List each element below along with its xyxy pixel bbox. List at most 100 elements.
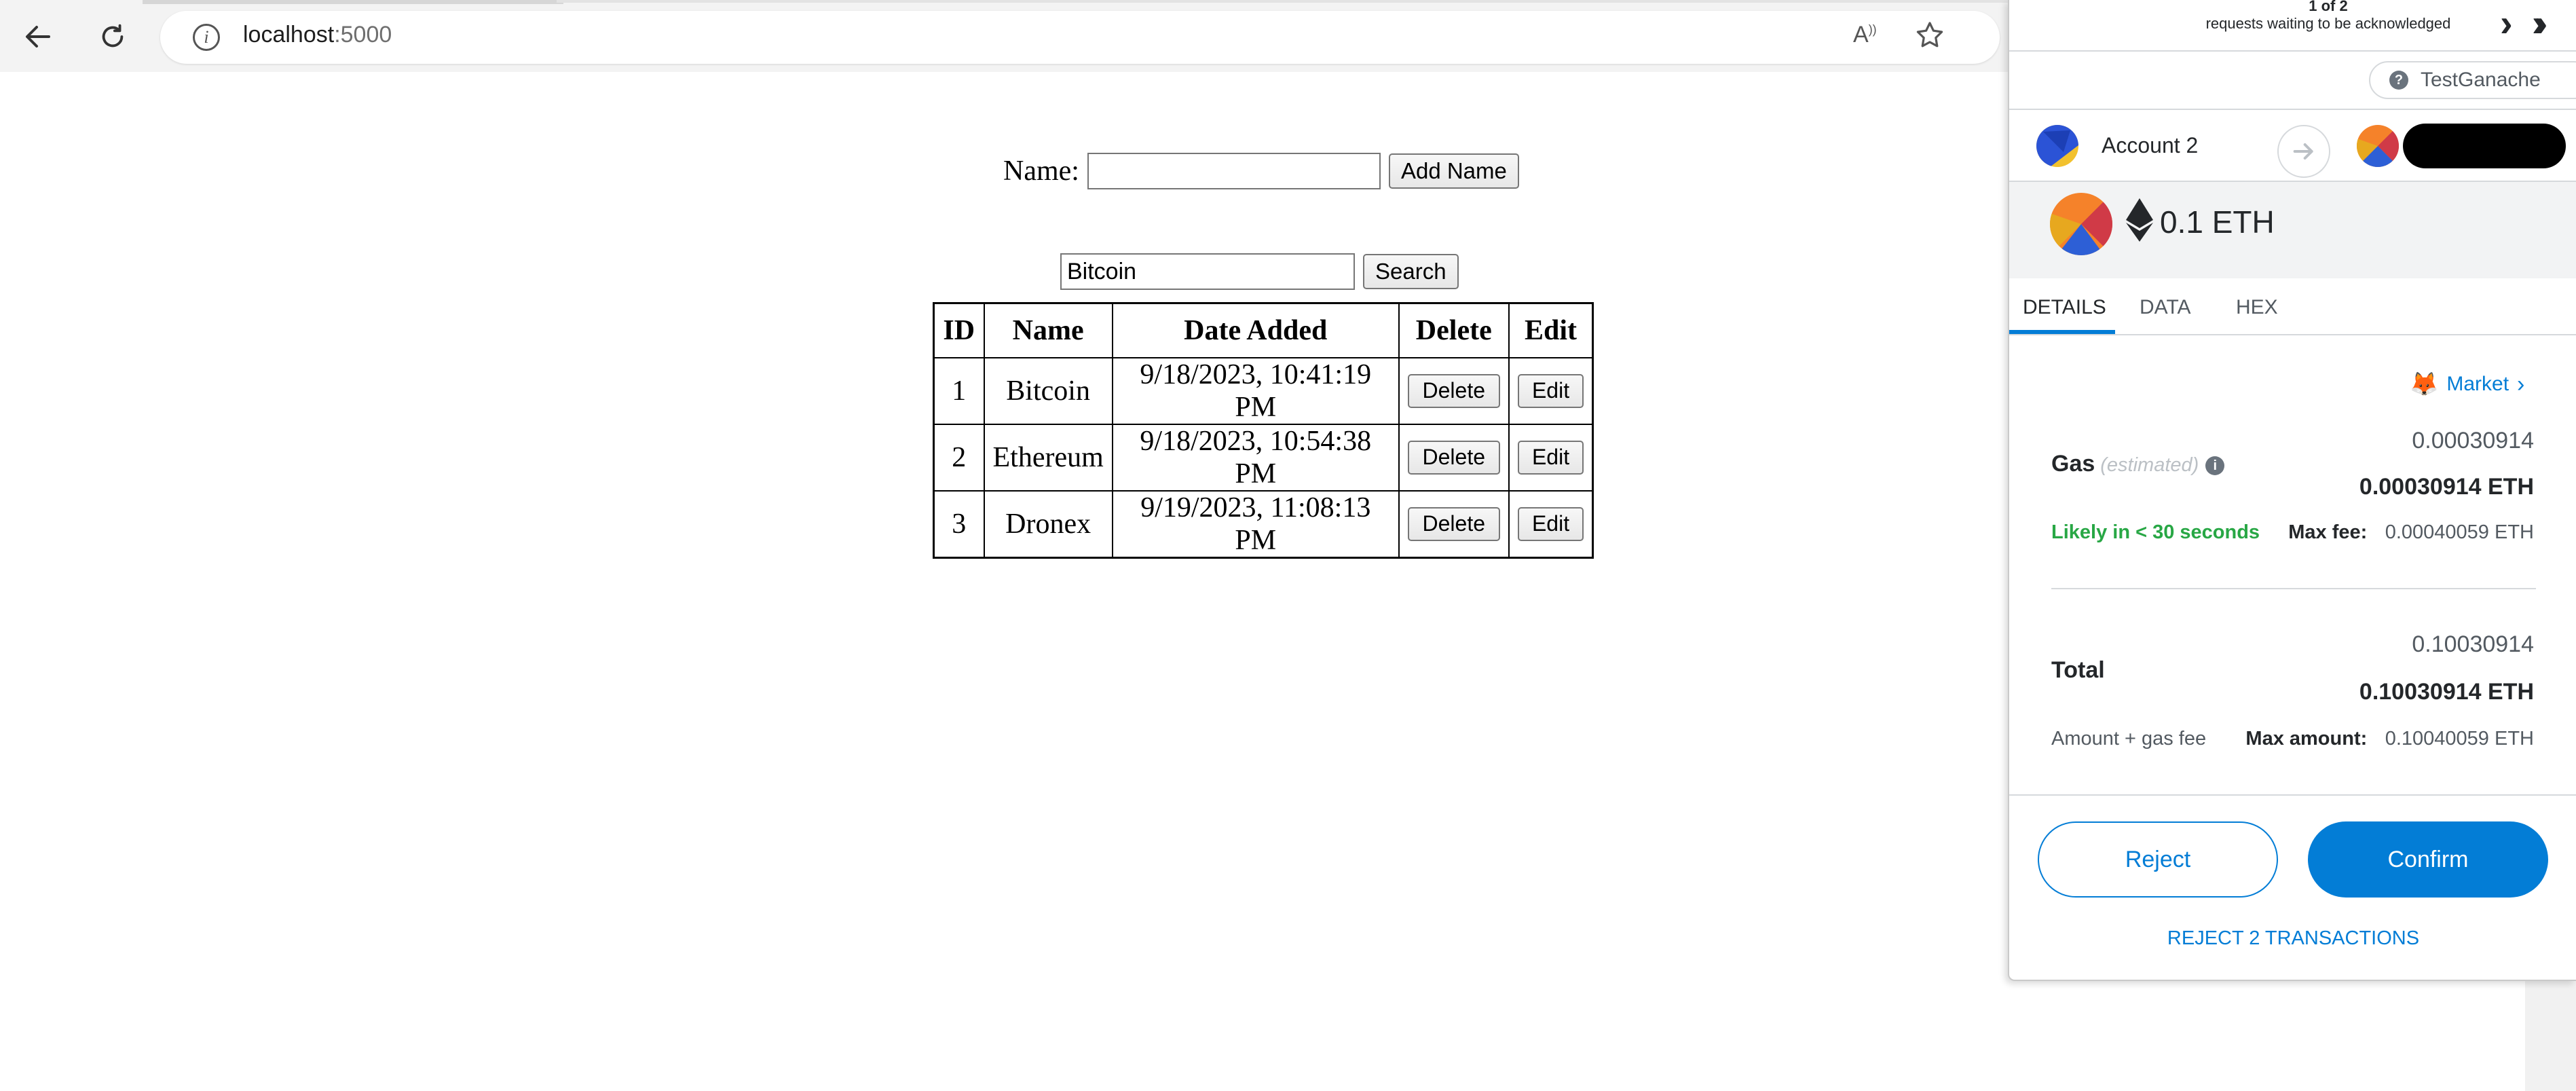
next-request-icon[interactable]: › [2500,4,2513,42]
max-amount-row: Max amount: 0.10040059 ETH [2245,728,2534,750]
reject-all-link[interactable]: REJECT 2 TRANSACTIONS [2009,927,2576,950]
gas-info-icon[interactable]: i [2205,456,2225,475]
gas-value: 0.00030914 [2412,428,2534,454]
transfer-arrow-icon [2277,125,2330,178]
cell-id: 2 [933,423,985,492]
names-table: ID Name Date Added Delete Edit 1 Bitcoin… [933,302,1594,559]
header-edit: Edit [1508,302,1594,358]
gas-label: Gas (estimated) i [2051,451,2225,477]
from-account-avatar[interactable] [2036,125,2078,167]
cell-delete: Delete [1398,489,1510,558]
total-value: 0.10030914 [2412,631,2534,657]
queue-count: 1 of 2 [2309,0,2348,14]
max-fee-value: 0.00040059 ETH [2385,521,2534,543]
url-port: :5000 [334,22,392,48]
transaction-amount: 0.1 ETH [2160,204,2275,240]
origin-avatar [2050,193,2112,255]
cell-name: Ethereum [983,423,1113,492]
refresh-button[interactable] [88,15,137,58]
confirm-button[interactable]: Confirm [2308,821,2548,898]
cell-name: Dronex [983,489,1113,558]
network-pill[interactable]: ? TestGanache [2369,61,2576,99]
redacted-recipient [2403,124,2566,168]
header-date-added: Date Added [1111,302,1400,358]
url-text[interactable]: localhost:5000 [243,22,392,48]
tab-details[interactable]: DETAILS [2023,296,2106,319]
ethereum-icon [2126,198,2153,245]
back-arrow-icon [26,26,50,48]
table-row: 2 Ethereum 9/18/2023, 10:54:38 PM Delete… [933,423,1594,492]
divider [2051,588,2536,589]
market-label: Market [2446,373,2509,395]
cell-edit: Edit [1508,489,1594,558]
cell-date: 9/18/2023, 10:54:38 PM [1111,423,1400,492]
footer-divider [2009,794,2576,796]
site-info-icon[interactable]: i [193,24,220,51]
cell-name: Bitcoin [983,356,1113,425]
chevron-right-icon: › [2517,371,2525,397]
from-account-name[interactable]: Account 2 [2102,133,2198,158]
likely-time: Likely in < 30 seconds [2051,521,2260,543]
read-aloud-icon[interactable]: A)) [1853,22,1877,48]
to-account-avatar[interactable] [2357,125,2399,167]
name-label: Name: [1003,155,1079,187]
market-link[interactable]: 🦊 Market › [2410,371,2524,398]
request-queue-bar: 1 of 2 requests waiting to be acknowledg… [2009,0,2576,52]
cell-delete: Delete [1398,356,1510,425]
gas-value-eth: 0.00030914 ETH [2359,474,2534,500]
refresh-icon [102,24,124,48]
cell-date: 9/19/2023, 11:08:13 PM [1111,489,1400,558]
network-name: TestGanache [2421,69,2541,91]
queue-text: requests waiting to be acknowledged [2205,15,2451,32]
cell-date: 9/18/2023, 10:41:19 PM [1111,356,1400,425]
tab-strip [143,0,563,4]
active-tab-indicator [2009,330,2115,334]
table-row: 1 Bitcoin 9/18/2023, 10:41:19 PM Delete … [933,356,1594,425]
total-value-eth: 0.10030914 ETH [2359,679,2534,705]
gas-title: Gas [2051,451,2095,477]
address-bar[interactable]: i localhost:5000 A)) [160,11,2000,64]
name-input[interactable] [1087,153,1381,189]
edit-button[interactable]: Edit [1517,440,1584,475]
search-button[interactable]: Search [1363,254,1459,289]
max-amount-label: Max amount: [2245,728,2368,750]
metamask-popup: 1 of 2 requests waiting to be acknowledg… [2008,0,2576,981]
table-header-row: ID Name Date Added Delete Edit [933,302,1594,358]
max-fee-label: Max fee: [2288,521,2368,543]
search-input[interactable]: Bitcoin [1060,253,1355,290]
amount-section: 0.1 ETH [2009,182,2576,278]
account-transfer-row: Account 2 [2009,109,2576,182]
last-request-icon[interactable]: ›› [2532,4,2548,42]
cell-id: 3 [933,489,985,558]
add-name-form: Name: Add Name [1003,153,1519,189]
cell-id: 1 [933,356,985,425]
cell-edit: Edit [1508,423,1594,492]
network-question-icon: ? [2389,71,2408,90]
edit-button[interactable]: Edit [1517,506,1584,541]
add-name-button[interactable]: Add Name [1388,153,1519,189]
fox-icon: 🦊 [2410,371,2439,397]
gas-estimated-note: (estimated) [2100,454,2199,476]
table-row: 3 Dronex 9/19/2023, 11:08:13 PM Delete E… [933,489,1594,558]
reject-button[interactable]: Reject [2038,821,2278,898]
favorite-star-icon[interactable] [1914,19,1946,55]
cell-edit: Edit [1508,356,1594,425]
tab-hex[interactable]: HEX [2236,296,2278,319]
max-amount-value: 0.10040059 ETH [2385,728,2534,750]
delete-button[interactable]: Delete [1407,440,1500,475]
delete-button[interactable]: Delete [1407,506,1500,541]
amount-gas-label: Amount + gas fee [2051,728,2207,750]
search-form: Bitcoin Search [1060,253,1459,290]
header-delete: Delete [1398,302,1510,358]
edit-button[interactable]: Edit [1517,373,1584,408]
header-id: ID [933,302,985,358]
delete-button[interactable]: Delete [1407,373,1500,408]
back-button[interactable] [14,15,62,58]
max-fee-row: Max fee: 0.00040059 ETH [2288,521,2534,544]
url-host: localhost [243,22,335,48]
tab-data[interactable]: DATA [2140,296,2191,319]
header-name: Name [983,302,1113,358]
total-label: Total [2051,657,2105,683]
detail-tabs: DETAILS DATA HEX [2009,278,2576,335]
cell-delete: Delete [1398,423,1510,492]
